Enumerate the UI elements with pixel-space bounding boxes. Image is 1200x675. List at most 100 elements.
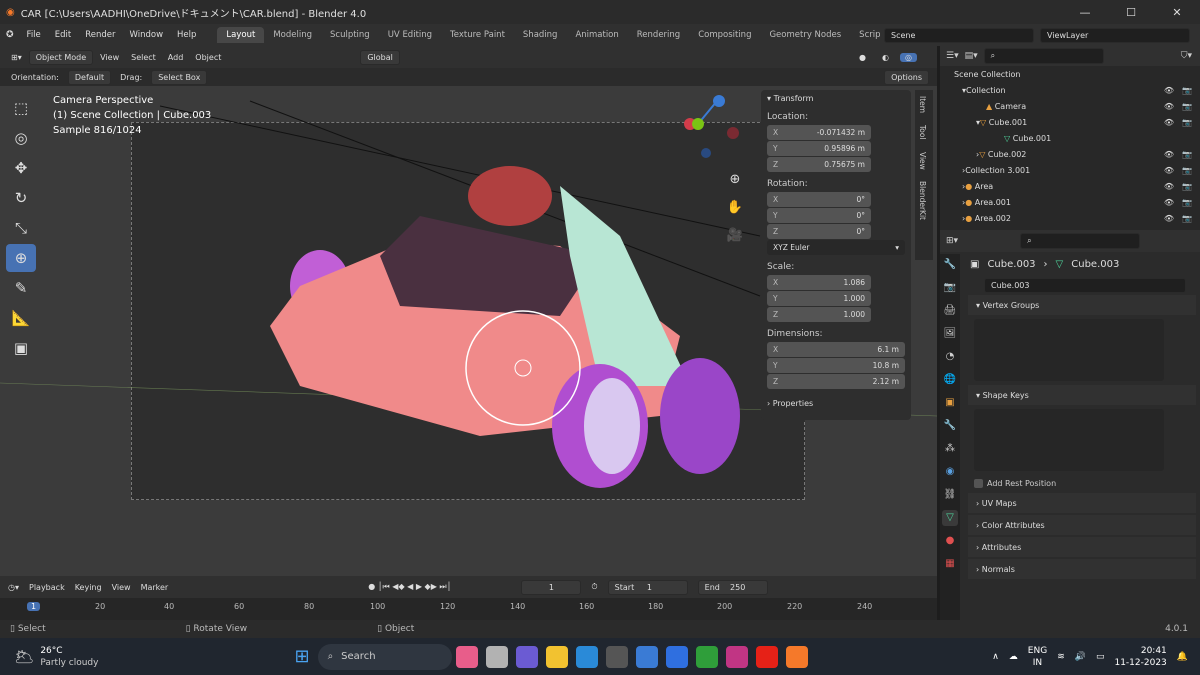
tab-compositing[interactable]: Compositing (689, 27, 760, 43)
playback-menu[interactable]: Playback (29, 583, 65, 592)
instagram-icon[interactable] (725, 645, 748, 668)
onedrive-icon[interactable]: ☁ (1009, 652, 1018, 662)
tab-item[interactable]: Item (915, 90, 930, 119)
keying-menu[interactable]: Keying (75, 583, 102, 592)
gizmo-z-axis[interactable] (713, 95, 725, 107)
tab-tool[interactable]: Tool (915, 119, 930, 146)
dimensions-y-field[interactable]: Y 10.8 m (767, 358, 905, 373)
blender-menu-icon[interactable]: ✪ (6, 30, 14, 40)
drag-dropdown[interactable]: Select Box (151, 69, 208, 85)
scale-y-field[interactable]: Y 1.000 (767, 291, 871, 306)
outliner-row[interactable]: ▾ Collection 👁 📷 (940, 82, 1200, 98)
zoom-icon[interactable]: ⊕ (724, 166, 746, 194)
measure-icon[interactable]: 📐 (6, 304, 36, 332)
rotation-x-field[interactable]: X 0° (767, 192, 871, 207)
rotation-z-field[interactable]: Z 0° (767, 224, 871, 239)
outliner-row[interactable]: ▽ Cube.001 (940, 130, 1200, 146)
outliner-row[interactable]: ▾ ▽ Cube.001 👁 📷 (940, 114, 1200, 130)
vertex-groups-list[interactable] (974, 319, 1164, 381)
outliner-row[interactable]: ▲ Camera 👁 📷 (940, 98, 1200, 114)
outliner-row[interactable]: › Collection 3.001 👁 📷 (940, 162, 1200, 178)
move-icon[interactable]: ✥ (6, 154, 36, 182)
close-button[interactable]: ✕ (1154, 6, 1200, 19)
app-icon-cube[interactable] (605, 645, 628, 668)
store-icon[interactable] (635, 645, 658, 668)
outliner-row[interactable]: Scene Collection (940, 66, 1200, 82)
render-props-icon[interactable]: 📷 (942, 280, 958, 296)
outliner-row[interactable]: › ● Area 👁 📷 (940, 178, 1200, 194)
orientation-dropdown[interactable]: Default (67, 69, 112, 85)
particles-icon[interactable]: ⁂ (942, 441, 958, 457)
app-icon-v[interactable] (665, 645, 688, 668)
transform-orientation-dropdown[interactable]: Global (360, 49, 400, 65)
marker-menu[interactable]: Marker (141, 583, 169, 592)
tab-uv-editing[interactable]: UV Editing (379, 27, 441, 43)
select-menu[interactable]: Select (126, 53, 161, 62)
data-props-icon[interactable]: ▽ (942, 510, 958, 526)
mode-dropdown[interactable]: Object Mode (28, 49, 94, 65)
editor-type-icon[interactable]: ⊞▾ (6, 53, 27, 62)
app-icon-paint[interactable] (455, 645, 478, 668)
tab-rendering[interactable]: Rendering (628, 27, 689, 43)
normals-panel[interactable]: › Normals (968, 559, 1196, 579)
timeline-ruler[interactable]: 1 20 40 60 80 100 120 140 160 180 200 22… (0, 598, 937, 620)
clock-icon[interactable]: ◷▾ (8, 583, 19, 592)
menu-render[interactable]: Render (78, 30, 122, 40)
location-x-field[interactable]: X -0.071432 m (767, 125, 871, 140)
edge-icon[interactable] (575, 645, 598, 668)
world-props-icon[interactable]: 🌐 (942, 372, 958, 388)
shading-rendered-icon[interactable]: ◎ (900, 52, 917, 62)
properties-editor-icon[interactable]: ⊞▾ (946, 236, 958, 246)
tab-shading[interactable]: Shading (514, 27, 567, 43)
tab-view[interactable]: View (915, 146, 930, 176)
language-indicator[interactable]: ENG IN (1028, 645, 1047, 669)
menu-window[interactable]: Window (123, 30, 171, 40)
gizmo-neg-x-axis[interactable] (727, 127, 739, 139)
annotate-icon[interactable]: ✎ (6, 274, 36, 302)
dimensions-x-field[interactable]: X 6.1 m (767, 342, 905, 357)
menu-file[interactable]: File (20, 30, 48, 40)
volume-icon[interactable]: 🔊 (1075, 652, 1086, 662)
properties-search-icon[interactable]: ⌕ (1020, 233, 1141, 249)
playback-controls[interactable]: ● │⏮ ◀◆ ◀ ▶ ◆▶ ⏭│ (368, 582, 451, 592)
tab-layout[interactable]: Layout (217, 27, 265, 43)
scale-icon[interactable]: ⤡ (6, 214, 36, 242)
view-layer-icon[interactable]: 🖼 (942, 326, 958, 342)
material-props-icon[interactable]: ● (942, 533, 958, 549)
physics-icon[interactable]: ◉ (942, 464, 958, 480)
stopwatch-icon[interactable]: ⏱ (591, 582, 597, 592)
3d-viewport[interactable]: Camera Perspective (1) Scene Collection … (0, 86, 937, 576)
select-cursor-icon[interactable]: ⬚ (6, 94, 36, 122)
gizmo-neg-z-axis[interactable] (701, 148, 711, 158)
cursor-icon[interactable]: ◎ (6, 124, 36, 152)
file-explorer-icon[interactable] (545, 645, 568, 668)
outliner-row[interactable]: › ▽ Cube.002 👁 📷 (940, 146, 1200, 162)
taskbar-search[interactable]: ⌕ Search (317, 643, 452, 670)
maximize-button[interactable]: ☐ (1108, 6, 1154, 19)
minimize-button[interactable]: — (1062, 6, 1108, 19)
scale-x-field[interactable]: X 1.086 (767, 275, 871, 290)
object-props-icon[interactable]: ▣ (942, 395, 958, 411)
vertex-groups-panel[interactable]: ▾ Vertex Groups (968, 295, 1196, 315)
end-frame-field[interactable]: End 250 (697, 579, 768, 595)
scene-props-icon[interactable]: ◔ (942, 349, 958, 365)
shading-solid-icon[interactable]: ● (854, 53, 871, 62)
outliner-row[interactable]: › ● Area.002 👁 📷 (940, 210, 1200, 226)
battery-icon[interactable]: ▭ (1096, 652, 1105, 662)
constraints-icon[interactable]: ⛓ (942, 487, 958, 503)
clock[interactable]: 20:41 11-12-2023 (1114, 645, 1166, 669)
wifi-icon[interactable]: ≋ (1057, 652, 1065, 662)
pan-hand-icon[interactable]: ✋ (724, 194, 746, 222)
outliner-editor-icon[interactable]: ☰▾ (946, 51, 959, 61)
shape-keys-list[interactable] (974, 409, 1164, 471)
playhead[interactable]: 1 (27, 602, 41, 611)
tool-icon[interactable]: 🔧 (942, 257, 958, 273)
tab-sculpting[interactable]: Sculpting (321, 27, 379, 43)
outliner-search-icon[interactable]: ⌕ (983, 48, 1104, 64)
tab-blenderkit[interactable]: BlenderKit (915, 175, 930, 226)
shape-keys-panel[interactable]: ▾ Shape Keys (968, 385, 1196, 405)
scene-selector[interactable]: Scene (884, 27, 1034, 43)
teams-icon[interactable] (515, 645, 538, 668)
tab-modeling[interactable]: Modeling (264, 27, 321, 43)
youtube-icon[interactable] (755, 645, 778, 668)
